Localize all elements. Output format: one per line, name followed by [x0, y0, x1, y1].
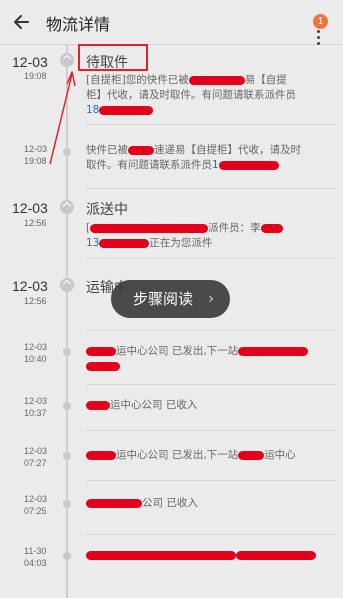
step-reading-label: 步骤阅读 — [133, 290, 194, 308]
timeline-node-icon — [60, 278, 74, 292]
step-reading-button[interactable]: 步骤阅读 › — [111, 280, 230, 318]
entry-description: 运中心公司 已收入 — [86, 398, 334, 413]
divider — [86, 330, 336, 331]
entry-time: 10:40 — [24, 354, 47, 364]
divider — [86, 258, 336, 259]
entry-status: 派送中 — [86, 202, 128, 218]
entry-date: 12-03 — [12, 278, 48, 294]
entry-time: 12:56 — [24, 296, 47, 306]
divider — [86, 124, 336, 125]
page-title: 物流详情 — [46, 15, 111, 34]
arrow-left-icon — [14, 15, 29, 29]
notification-badge: 1 — [313, 14, 328, 29]
timeline-node-icon — [60, 200, 74, 214]
timeline-node-icon — [60, 53, 74, 67]
chevron-right-icon: › — [208, 291, 214, 307]
entry-time: 04:03 — [24, 558, 47, 568]
entry-date: 12-03 — [12, 200, 48, 216]
entry-time: 19:08 — [24, 156, 47, 166]
courier-phone-link[interactable]: 13 — [86, 237, 150, 249]
divider — [86, 430, 336, 431]
timeline-node-icon — [63, 552, 71, 560]
entry-description: 快件已被 速递易【自提柜】代收，请及时 取件。有问题请联系派件员1 — [86, 144, 301, 171]
more-menu-button[interactable]: 1 — [313, 8, 335, 45]
divider — [86, 480, 336, 481]
entry-time: 07:25 — [24, 506, 47, 516]
app-bar: 物流详情 1 — [0, 0, 343, 45]
entry-date: 12-03 — [24, 494, 48, 504]
timeline-node-icon — [63, 148, 71, 156]
divider — [86, 534, 336, 535]
logistics-timeline: 12-03 19:08 待取件 [自提柜]您的快件已被 易【自提 柜】代收，请及时… — [0, 44, 343, 598]
entry-description: [自提柜]您的快件已被 易【自提 柜】代收，请及时取件。有问题请联系派件员 18 — [86, 74, 296, 116]
entry-time: 07:27 — [24, 458, 47, 468]
divider — [86, 188, 336, 189]
entry-date: 11-30 — [24, 546, 47, 556]
annotation-highlight-box — [78, 44, 148, 71]
entry-description: 运中心公司 已发出,下一站 运中心 — [86, 448, 334, 463]
entry-time: 12:56 — [24, 218, 47, 228]
entry-time: 19:08 — [24, 71, 47, 81]
entry-date: 12-03 — [24, 144, 48, 154]
entry-date: 12-03 — [24, 342, 48, 352]
divider — [86, 384, 336, 385]
timeline-node-icon — [63, 500, 71, 508]
entry-date: 12-03 — [12, 54, 48, 70]
entry-date: 12-03 — [24, 396, 48, 406]
entry-time: 10:37 — [24, 408, 47, 418]
entry-description — [86, 548, 334, 563]
timeline-line — [66, 44, 68, 598]
entry-description: 公司 已收入 — [86, 496, 334, 511]
entry-description: [派件员：李 13 正在为您派件 — [86, 221, 334, 251]
courier-phone-link[interactable]: 18 — [86, 104, 154, 116]
entry-description: 运中心公司 已发出,下一站 — [86, 344, 334, 374]
entry-date: 12-03 — [24, 446, 48, 456]
back-button[interactable] — [6, 8, 36, 36]
timeline-node-icon — [63, 452, 71, 460]
timeline-node-icon — [63, 348, 71, 356]
courier-phone-link[interactable]: 1 — [212, 159, 279, 171]
timeline-node-icon — [63, 402, 71, 410]
